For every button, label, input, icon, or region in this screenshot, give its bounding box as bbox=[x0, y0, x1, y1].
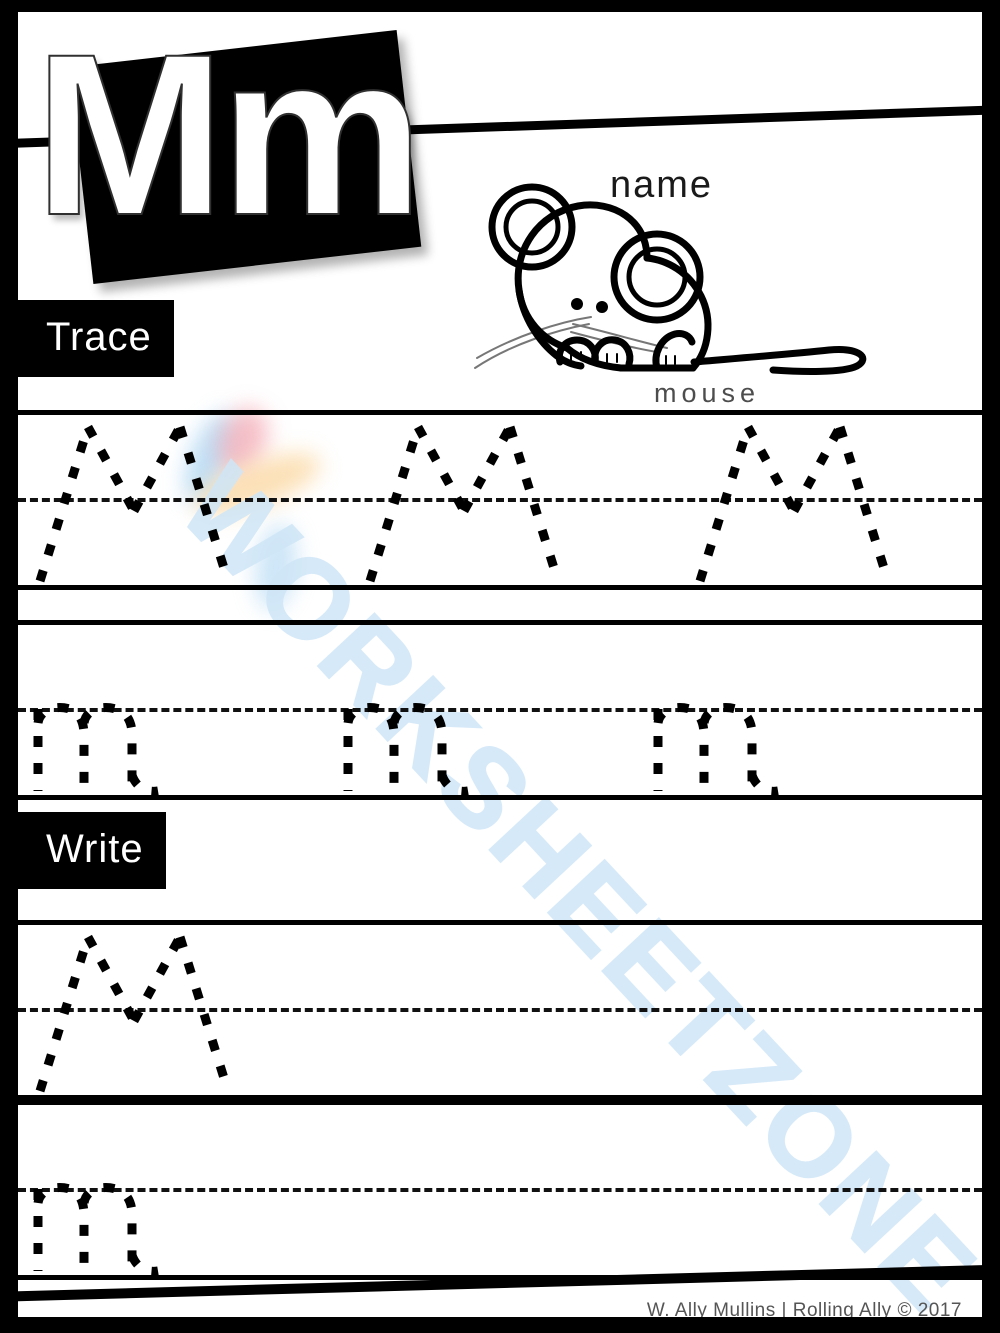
footer-credit: W. Ally Mullins | Rolling Ally © 2017 bbox=[646, 1300, 962, 1317]
page-title: Mm bbox=[33, 12, 425, 263]
writing-row-trace-lowercase[interactable] bbox=[18, 620, 982, 800]
picture-word-label: mouse bbox=[654, 378, 761, 408]
write-glyphs-uppercase bbox=[35, 934, 233, 1093]
trace-glyphs-lowercase bbox=[33, 703, 779, 795]
section-tab-trace: Trace bbox=[18, 300, 174, 377]
writing-row-write-lowercase[interactable] bbox=[18, 1100, 982, 1280]
worksheet-sheet: WORKSHEETZONE Mm name mouse Trace Write … bbox=[18, 12, 982, 1317]
mouse-illustration bbox=[461, 172, 881, 387]
writing-row-write-uppercase[interactable] bbox=[18, 920, 982, 1100]
writing-row-trace-uppercase[interactable] bbox=[18, 410, 982, 590]
worksheet-page: WORKSHEETZONE Mm name mouse Trace Write … bbox=[0, 0, 1000, 1333]
section-tab-write: Write bbox=[18, 812, 166, 889]
trace-glyphs-uppercase bbox=[35, 424, 893, 583]
write-glyphs-lowercase bbox=[33, 1183, 159, 1275]
